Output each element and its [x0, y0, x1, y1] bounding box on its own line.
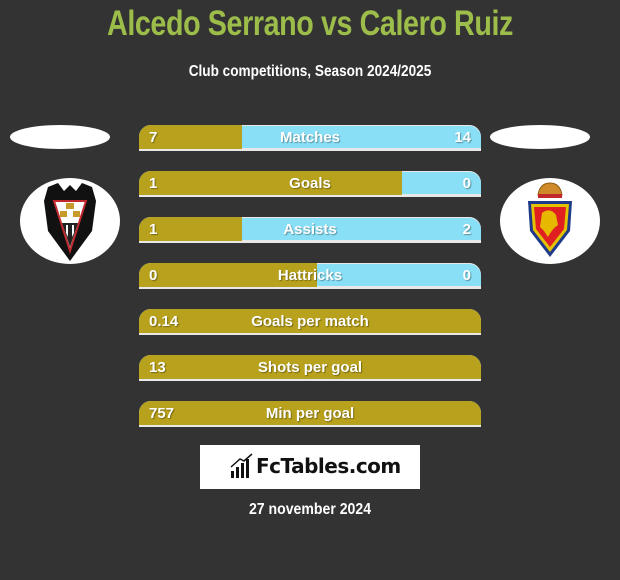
brand-name: FcTables.com: [256, 454, 401, 478]
stat-label: Hattricks: [277, 267, 343, 284]
stat-row-matches: 7 Matches 14: [139, 125, 481, 151]
right-value: 14: [454, 129, 471, 146]
left-team-badge[interactable]: [20, 178, 120, 264]
right-value: 2: [462, 221, 471, 238]
date-label: 27 november 2024: [248, 501, 372, 518]
right-value: 0: [462, 175, 471, 192]
fctables-logo[interactable]: FcTables.com: [200, 445, 420, 489]
bar-chart-icon: [230, 453, 253, 478]
left-player-placeholder: [10, 125, 110, 149]
stat-label: Assists: [283, 221, 337, 238]
stat-row-goals-per-match: 0.14 Goals per match: [139, 309, 481, 335]
albacete-crest-icon: [44, 183, 96, 261]
stat-row-shots-per-goal: 13 Shots per goal: [139, 355, 481, 381]
stat-label: Shots per goal: [257, 359, 363, 376]
right-value: 0: [462, 267, 471, 284]
real-zaragoza-crest-icon: [528, 182, 572, 257]
page-title: Alcedo Serrano vs Calero Ruiz: [106, 4, 513, 43]
stat-row-goals: 1 Goals 0: [139, 171, 481, 197]
stat-row-hattricks: 0 Hattricks 0: [139, 263, 481, 289]
page-subtitle: Club competitions, Season 2024/2025: [188, 63, 432, 80]
right-team-badge[interactable]: [500, 178, 600, 264]
stat-row-min-per-goal: 757 Min per goal: [139, 401, 481, 427]
stat-row-assists: 1 Assists 2: [139, 217, 481, 243]
stat-label: Matches: [279, 129, 341, 146]
right-player-placeholder: [490, 125, 590, 149]
stat-label: Goals per match: [251, 313, 369, 330]
stat-label: Min per goal: [265, 405, 355, 422]
stat-label: Goals: [289, 175, 331, 192]
